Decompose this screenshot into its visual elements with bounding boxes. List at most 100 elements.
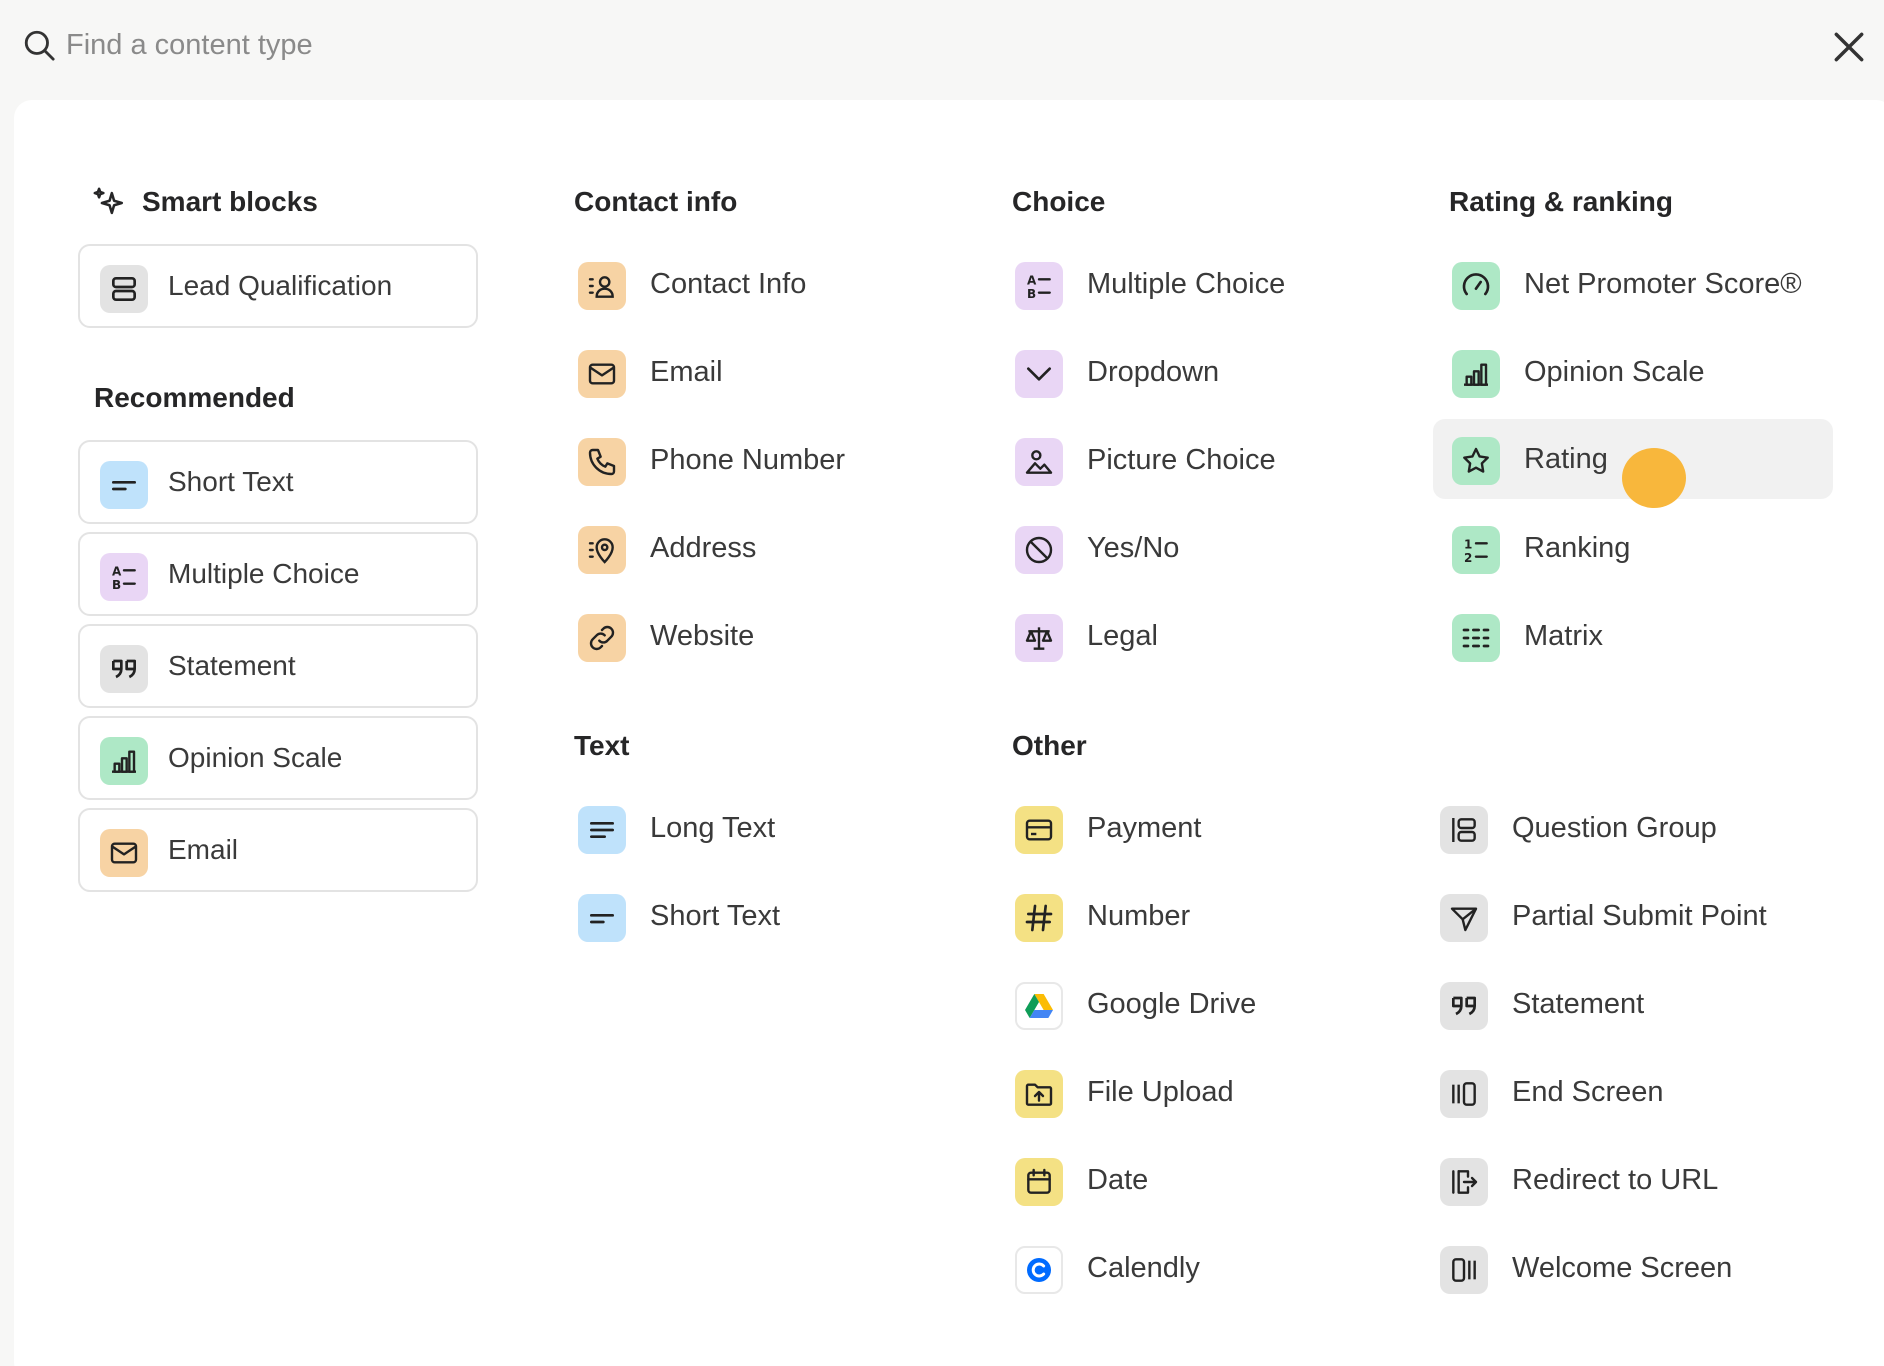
short-text-item[interactable]: Short Text bbox=[578, 880, 978, 952]
partial-submit-point-label: Partial Submit Point bbox=[1512, 900, 1767, 932]
long-text-item[interactable]: Long Text bbox=[578, 792, 978, 864]
calendly-icon bbox=[1015, 1246, 1063, 1294]
smart-blocks-heading: Smart blocks bbox=[142, 186, 318, 217]
question-group-item[interactable]: Question Group bbox=[1440, 792, 1840, 864]
contact-info-item[interactable]: Contact Info bbox=[578, 248, 978, 320]
close-icon[interactable] bbox=[1830, 28, 1868, 66]
opinion-scale-label: Opinion Scale bbox=[1524, 356, 1705, 388]
redirect-icon bbox=[1440, 1158, 1488, 1206]
matrix-label: Matrix bbox=[1524, 620, 1603, 652]
contact-card-icon bbox=[578, 262, 626, 310]
partial-submit-point-item[interactable]: Partial Submit Point bbox=[1440, 880, 1840, 952]
google-drive-item[interactable]: Google Drive bbox=[1015, 968, 1415, 1040]
link-icon bbox=[578, 614, 626, 662]
search-input[interactable] bbox=[66, 22, 1666, 68]
email-label: Email bbox=[650, 356, 723, 388]
net-promoter-score-label: Net Promoter Score® bbox=[1524, 268, 1802, 300]
svg-text:A: A bbox=[112, 565, 122, 579]
send-icon bbox=[1440, 894, 1488, 942]
address-item[interactable]: Address bbox=[578, 512, 978, 584]
legal-label: Legal bbox=[1087, 620, 1158, 652]
recommended-opinion-scale-card[interactable]: Opinion Scale bbox=[78, 716, 478, 800]
text-heading: Text bbox=[574, 730, 630, 761]
google-drive-label: Google Drive bbox=[1087, 988, 1257, 1020]
multiple-choice-label: Multiple Choice bbox=[168, 558, 360, 589]
lead-qualification-label: Lead Qualification bbox=[168, 270, 393, 301]
long-text-icon bbox=[578, 806, 626, 854]
rating-item[interactable]: Rating bbox=[1433, 419, 1833, 499]
opinion-scale-item[interactable]: Opinion Scale bbox=[1452, 336, 1852, 408]
other-heading: Other bbox=[1012, 730, 1087, 761]
calendly-item[interactable]: Calendly bbox=[1015, 1232, 1415, 1304]
end-screen-icon bbox=[1440, 1070, 1488, 1118]
email-label: Email bbox=[168, 834, 239, 865]
welcome-screen-item[interactable]: Welcome Screen bbox=[1440, 1232, 1840, 1304]
lead-qualification-icon bbox=[100, 265, 148, 313]
opinion-scale-label: Opinion Scale bbox=[168, 742, 343, 773]
ranking-icon: 12 bbox=[1452, 526, 1500, 574]
date-item[interactable]: Date bbox=[1015, 1144, 1415, 1216]
multiple-choice-item[interactable]: AB Multiple Choice bbox=[1015, 248, 1415, 320]
net-promoter-score-item[interactable]: Net Promoter Score® bbox=[1452, 248, 1852, 320]
quote-icon bbox=[1440, 982, 1488, 1030]
contact-info-label: Contact Info bbox=[650, 268, 807, 300]
gauge-icon bbox=[1452, 262, 1500, 310]
multiple-choice-label: Multiple Choice bbox=[1087, 268, 1286, 300]
search-icon bbox=[24, 30, 55, 61]
svg-text:A: A bbox=[1027, 274, 1037, 288]
lead-qualification-card[interactable]: Lead Qualification bbox=[78, 244, 478, 328]
short-text-label: Short Text bbox=[168, 466, 294, 497]
matrix-item[interactable]: Matrix bbox=[1452, 600, 1852, 672]
number-label: Number bbox=[1087, 900, 1191, 932]
picture-choice-item[interactable]: Picture Choice bbox=[1015, 424, 1415, 496]
multiple-choice-icon: AB bbox=[1015, 262, 1063, 310]
recommended-short-text-card[interactable]: Short Text bbox=[78, 440, 478, 524]
recommended-multiple-choice-card[interactable]: AB Multiple Choice bbox=[78, 532, 478, 616]
phone-icon bbox=[578, 438, 626, 486]
question-group-icon bbox=[1440, 806, 1488, 854]
email-item[interactable]: Email bbox=[578, 336, 978, 408]
redirect-to-url-item[interactable]: Redirect to URL bbox=[1440, 1144, 1840, 1216]
legal-item[interactable]: Legal bbox=[1015, 600, 1415, 672]
address-label: Address bbox=[650, 532, 757, 564]
yes-no-item[interactable]: Yes/No bbox=[1015, 512, 1415, 584]
matrix-grid-icon bbox=[1452, 614, 1500, 662]
statement-item[interactable]: Statement bbox=[1440, 968, 1840, 1040]
question-group-label: Question Group bbox=[1512, 812, 1717, 844]
dropdown-label: Dropdown bbox=[1087, 356, 1220, 388]
phone-number-item[interactable]: Phone Number bbox=[578, 424, 978, 496]
phone-number-label: Phone Number bbox=[650, 444, 846, 476]
ranking-label: Ranking bbox=[1524, 532, 1631, 564]
scale-icon bbox=[1015, 614, 1063, 662]
website-label: Website bbox=[650, 620, 755, 652]
redirect-to-url-label: Redirect to URL bbox=[1512, 1164, 1719, 1196]
star-icon bbox=[1452, 437, 1500, 485]
svg-text:B: B bbox=[1027, 287, 1036, 301]
quote-icon bbox=[100, 645, 148, 693]
recommended-email-card[interactable]: Email bbox=[78, 808, 478, 892]
ranking-item[interactable]: 12 Ranking bbox=[1452, 512, 1852, 584]
sparkle-icon bbox=[93, 187, 124, 215]
rating-label: Rating bbox=[1524, 443, 1608, 475]
recommended-statement-card[interactable]: Statement bbox=[78, 624, 478, 708]
website-item[interactable]: Website bbox=[578, 600, 978, 672]
payment-item[interactable]: Payment bbox=[1015, 792, 1415, 864]
end-screen-item[interactable]: End Screen bbox=[1440, 1056, 1840, 1128]
welcome-screen-label: Welcome Screen bbox=[1512, 1252, 1733, 1284]
hash-icon bbox=[1015, 894, 1063, 942]
google-drive-icon bbox=[1015, 982, 1063, 1030]
calendly-label: Calendly bbox=[1087, 1252, 1200, 1284]
number-item[interactable]: Number bbox=[1015, 880, 1415, 952]
welcome-screen-icon bbox=[1440, 1246, 1488, 1294]
svg-text:2: 2 bbox=[1464, 551, 1472, 565]
svg-text:1: 1 bbox=[1464, 538, 1472, 552]
choice-heading: Choice bbox=[1012, 186, 1106, 217]
dropdown-item[interactable]: Dropdown bbox=[1015, 336, 1415, 408]
chevron-down-icon bbox=[1015, 350, 1063, 398]
bar-chart-icon bbox=[1452, 350, 1500, 398]
calendar-icon bbox=[1015, 1158, 1063, 1206]
file-upload-item[interactable]: File Upload bbox=[1015, 1056, 1415, 1128]
short-text-icon bbox=[578, 894, 626, 942]
multiple-choice-icon: AB bbox=[100, 553, 148, 601]
end-screen-label: End Screen bbox=[1512, 1076, 1664, 1108]
